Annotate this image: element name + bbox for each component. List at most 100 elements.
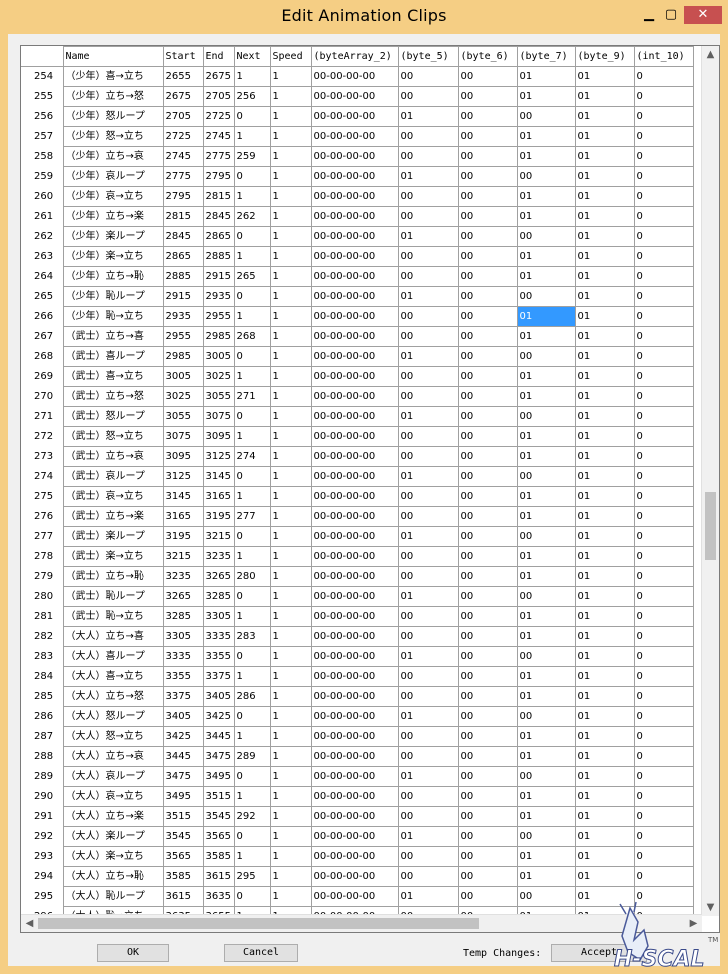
byte5-cell[interactable]: 00 — [397, 246, 459, 267]
table-row[interactable]: 282 （大人）立ち→喜 3305 3335 283 1 00-00-00-00 00 00 01… — [21, 626, 694, 647]
start-cell[interactable]: 3165 — [162, 506, 204, 527]
next-cell[interactable]: 1 — [233, 606, 271, 627]
next-cell[interactable]: 0 — [233, 346, 271, 367]
byte6-cell[interactable]: 00 — [457, 666, 518, 687]
start-cell[interactable]: 2815 — [162, 206, 204, 227]
byte9-cell[interactable]: 01 — [574, 586, 635, 607]
table-row[interactable]: 268 （武士）喜ループ 2985 3005 0 1 00-00-00-00 01 00 00 01… — [21, 346, 694, 367]
byte6-cell[interactable]: 00 — [457, 846, 518, 867]
byte6-cell[interactable]: 00 — [457, 766, 518, 787]
start-cell[interactable]: 3235 — [162, 566, 204, 587]
int10-cell[interactable]: 0 — [633, 706, 694, 727]
speed-cell[interactable]: 1 — [269, 746, 312, 767]
int10-cell[interactable]: 0 — [633, 466, 694, 487]
column-header[interactable]: Start — [162, 46, 204, 67]
end-cell[interactable]: 3635 — [202, 886, 235, 907]
next-cell[interactable]: 262 — [233, 206, 271, 227]
speed-cell[interactable]: 1 — [269, 326, 312, 347]
int10-cell[interactable]: 0 — [633, 206, 694, 227]
int10-cell[interactable]: 0 — [633, 86, 694, 107]
next-cell[interactable]: 292 — [233, 806, 271, 827]
end-cell[interactable]: 3215 — [202, 526, 235, 547]
bytearray2-cell[interactable]: 00-00-00-00 — [310, 646, 399, 667]
speed-cell[interactable]: 1 — [269, 406, 312, 427]
byte7-cell[interactable]: 00 — [516, 826, 576, 847]
bytearray2-cell[interactable]: 00-00-00-00 — [310, 506, 399, 527]
bytearray2-cell[interactable]: 00-00-00-00 — [310, 446, 399, 467]
table-row[interactable]: 279 （武士）立ち→恥 3235 3265 280 1 00-00-00-00 00 00 01… — [21, 566, 694, 587]
table-row[interactable]: 291 （大人）立ち→楽 3515 3545 292 1 00-00-00-00 00 00 01… — [21, 806, 694, 827]
byte9-cell[interactable]: 01 — [574, 866, 635, 887]
next-cell[interactable]: 286 — [233, 686, 271, 707]
name-cell[interactable]: （少年）怒→立ち — [62, 126, 164, 147]
bytearray2-cell[interactable]: 00-00-00-00 — [310, 386, 399, 407]
byte9-cell[interactable]: 01 — [574, 86, 635, 107]
end-cell[interactable]: 3405 — [202, 686, 235, 707]
next-cell[interactable]: 1 — [233, 546, 271, 567]
byte9-cell[interactable]: 01 — [574, 326, 635, 347]
byte6-cell[interactable]: 00 — [457, 166, 518, 187]
name-cell[interactable]: （大人）怒→立ち — [62, 726, 164, 747]
byte5-cell[interactable]: 00 — [397, 686, 459, 707]
name-cell[interactable]: （少年）楽ループ — [62, 226, 164, 247]
bytearray2-cell[interactable]: 00-00-00-00 — [310, 606, 399, 627]
byte6-cell[interactable]: 00 — [457, 246, 518, 267]
name-cell[interactable]: （大人）哀→立ち — [62, 786, 164, 807]
name-cell[interactable]: （武士）立ち→喜 — [62, 326, 164, 347]
int10-cell[interactable]: 0 — [633, 546, 694, 567]
byte9-cell[interactable]: 01 — [574, 646, 635, 667]
bytearray2-cell[interactable]: 00-00-00-00 — [310, 786, 399, 807]
byte9-cell[interactable]: 01 — [574, 566, 635, 587]
table-row[interactable]: 295 （大人）恥ループ 3615 3635 0 1 00-00-00-00 01 00 00 01… — [21, 886, 694, 907]
table-row[interactable]: 267 （武士）立ち→喜 2955 2985 268 1 00-00-00-00 00 00 01… — [21, 326, 694, 347]
byte9-cell[interactable]: 01 — [574, 486, 635, 507]
table-row[interactable]: 293 （大人）楽→立ち 3565 3585 1 1 00-00-00-00 00 00 01 01… — [21, 846, 694, 867]
table-row[interactable]: 271 （武士）怒ループ 3055 3075 0 1 00-00-00-00 01 00 00 01… — [21, 406, 694, 427]
end-cell[interactable]: 2675 — [202, 66, 235, 87]
start-cell[interactable]: 2725 — [162, 126, 204, 147]
byte6-cell[interactable]: 00 — [457, 866, 518, 887]
byte7-cell[interactable]: 01 — [516, 446, 576, 467]
speed-cell[interactable]: 1 — [269, 86, 312, 107]
name-cell[interactable]: （武士）立ち→楽 — [62, 506, 164, 527]
name-cell[interactable]: （少年）立ち→楽 — [62, 206, 164, 227]
byte5-cell[interactable]: 00 — [397, 726, 459, 747]
byte5-cell[interactable]: 00 — [397, 846, 459, 867]
byte6-cell[interactable]: 00 — [457, 646, 518, 667]
byte6-cell[interactable]: 00 — [457, 206, 518, 227]
byte6-cell[interactable]: 00 — [457, 826, 518, 847]
vertical-scrollbar[interactable]: ▲ ▼ — [701, 46, 719, 916]
byte5-cell[interactable]: 00 — [397, 606, 459, 627]
byte5-cell[interactable]: 00 — [397, 786, 459, 807]
bytearray2-cell[interactable]: 00-00-00-00 — [310, 326, 399, 347]
bytearray2-cell[interactable]: 00-00-00-00 — [310, 726, 399, 747]
byte7-cell[interactable]: 01 — [516, 326, 576, 347]
byte5-cell[interactable]: 01 — [397, 646, 459, 667]
end-cell[interactable]: 2915 — [202, 266, 235, 287]
int10-cell[interactable]: 0 — [633, 446, 694, 467]
byte7-cell[interactable]: 01 — [516, 846, 576, 867]
name-cell[interactable]: （大人）楽ループ — [62, 826, 164, 847]
name-cell[interactable]: （武士）喜→立ち — [62, 366, 164, 387]
start-cell[interactable]: 3095 — [162, 446, 204, 467]
speed-cell[interactable]: 1 — [269, 646, 312, 667]
byte7-cell[interactable]: 01 — [516, 366, 576, 387]
int10-cell[interactable]: 0 — [633, 406, 694, 427]
name-cell[interactable]: （大人）怒ループ — [62, 706, 164, 727]
speed-cell[interactable]: 1 — [269, 226, 312, 247]
table-row[interactable]: 274 （武士）哀ループ 3125 3145 0 1 00-00-00-00 01 00 00 01… — [21, 466, 694, 487]
name-cell[interactable]: （少年）喜→立ち — [62, 66, 164, 87]
byte7-cell[interactable]: 00 — [516, 226, 576, 247]
table-row[interactable]: 285 （大人）立ち→怒 3375 3405 286 1 00-00-00-00 00 00 01… — [21, 686, 694, 707]
start-cell[interactable]: 3075 — [162, 426, 204, 447]
byte7-cell[interactable]: 00 — [516, 106, 576, 127]
start-cell[interactable]: 3005 — [162, 366, 204, 387]
end-cell[interactable]: 3025 — [202, 366, 235, 387]
byte6-cell[interactable]: 00 — [457, 106, 518, 127]
byte6-cell[interactable]: 00 — [457, 146, 518, 167]
column-header[interactable]: End — [202, 46, 235, 67]
int10-cell[interactable]: 0 — [633, 266, 694, 287]
name-cell[interactable]: （少年）立ち→怒 — [62, 86, 164, 107]
speed-cell[interactable]: 1 — [269, 606, 312, 627]
byte5-cell[interactable]: 01 — [397, 886, 459, 907]
